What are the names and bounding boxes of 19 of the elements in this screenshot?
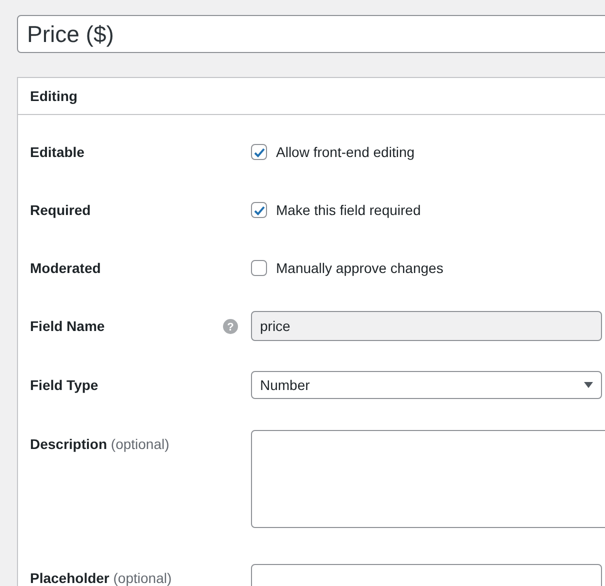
checkbox-label[interactable]: Make this field required [276, 200, 421, 220]
field-label: Placeholder (optional) [30, 569, 172, 586]
panel-title: Editing [30, 86, 78, 106]
field-label: Field Type [30, 376, 98, 395]
checkbox[interactable] [251, 202, 267, 218]
textarea-field[interactable] [251, 430, 605, 528]
select-field[interactable]: Number [251, 371, 602, 399]
checkbox-label[interactable]: Allow front-end editing [276, 142, 415, 162]
checkbox-label[interactable]: Manually approve changes [276, 258, 444, 278]
field-label: Editable [30, 142, 84, 162]
title-field[interactable]: Price ($) [17, 15, 605, 53]
field-label: Moderated [30, 258, 101, 278]
checkbox[interactable] [251, 260, 267, 276]
field-label: Field Name [30, 316, 105, 336]
dropdown-arrow-icon [584, 382, 593, 388]
text-field: price [251, 311, 602, 341]
checkbox[interactable] [251, 144, 267, 160]
field-label: Required [30, 200, 91, 220]
field-label: Description (optional) [30, 435, 170, 454]
